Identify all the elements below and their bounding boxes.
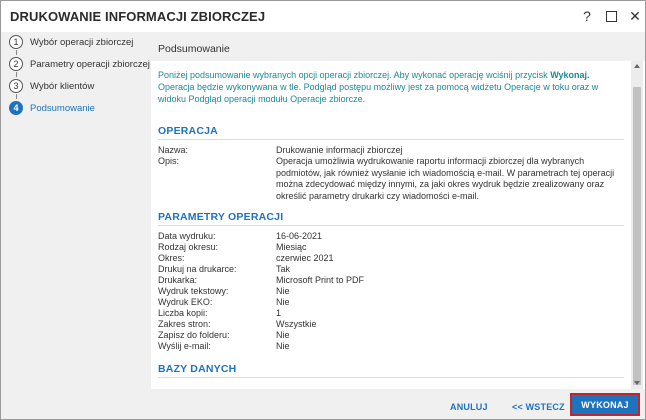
field-value: Drukowanie informacji zbiorczej bbox=[276, 145, 403, 155]
cancel-button[interactable]: ANULUJ bbox=[450, 402, 488, 412]
field-label: Drukarka: bbox=[158, 275, 198, 285]
section-title-parametry: PARAMETRY OPERACJI bbox=[158, 211, 284, 223]
vertical-scrollbar[interactable] bbox=[631, 61, 643, 389]
step-number: 4 bbox=[9, 101, 23, 115]
step-number: 2 bbox=[9, 57, 23, 71]
field-value: 16-06-2021 bbox=[276, 231, 323, 241]
section-divider bbox=[158, 225, 624, 226]
scrollbar-thumb[interactable] bbox=[633, 87, 641, 385]
execute-button[interactable]: WYKONAJ bbox=[570, 393, 640, 416]
field-value: Tak bbox=[276, 264, 291, 274]
title-bar: DRUKOWANIE INFORMACJI ZBIORCZEJ ? ✕ bbox=[1, 1, 645, 32]
field-label: Wyślij e-mail: bbox=[158, 341, 211, 351]
field-value: Operacja umożliwia wydrukowanie raportu … bbox=[276, 156, 615, 201]
field-value: Nie bbox=[276, 297, 290, 307]
window-title: DRUKOWANIE INFORMACJI ZBIORCZEJ bbox=[10, 9, 266, 24]
field-label: Liczba kopii: bbox=[158, 308, 208, 318]
help-icon: ? bbox=[583, 8, 591, 24]
section-title-bazy: BAZY DANYCH bbox=[158, 363, 237, 375]
dialog-footer: ANULUJ << WSTECZ WYKONAJ bbox=[1, 389, 645, 419]
field-label: Nazwa: bbox=[158, 145, 189, 155]
step-label: Wybór operacji zbiorczej bbox=[30, 36, 134, 48]
step-number: 1 bbox=[9, 35, 23, 49]
panel-header: Podsumowanie bbox=[151, 32, 645, 61]
field-value: Nie bbox=[276, 330, 290, 340]
field-label: Data wydruku: bbox=[158, 231, 216, 241]
field-label: Okres: bbox=[158, 253, 185, 263]
step-connector bbox=[15, 94, 17, 99]
field-value: czerwiec 2021 bbox=[276, 253, 334, 263]
back-button[interactable]: << WSTECZ bbox=[512, 402, 565, 412]
step-connector bbox=[15, 50, 17, 55]
section-title-operacja: OPERACJA bbox=[158, 125, 218, 137]
close-button[interactable]: ✕ bbox=[625, 6, 645, 26]
field-label: Opis: bbox=[158, 156, 180, 166]
step-item-wybor-klientow[interactable]: 3 Wybór klientów bbox=[9, 78, 94, 94]
scroll-up-arrow-icon[interactable] bbox=[634, 64, 640, 68]
scroll-down-arrow-icon[interactable] bbox=[634, 381, 640, 385]
field-label: Zakres stron: bbox=[158, 319, 211, 329]
panel-title: Podsumowanie bbox=[158, 43, 230, 55]
step-item-wybor-operacji[interactable]: 1 Wybór operacji zbiorczej bbox=[9, 34, 133, 50]
field-label: Drukuj na drukarce: bbox=[158, 264, 237, 274]
field-value: Nie bbox=[276, 286, 290, 296]
step-connector bbox=[15, 72, 17, 77]
intro-text: Poniżej podsumowanie wybranych opcji ope… bbox=[158, 70, 599, 104]
field-value: Nie bbox=[276, 341, 290, 351]
maximize-icon bbox=[605, 10, 617, 22]
field-value: Miesiąc bbox=[276, 242, 307, 252]
field-value: Microsoft Print to PDF bbox=[276, 275, 365, 285]
field-label: Zapisz do folderu: bbox=[158, 330, 230, 340]
wizard-steps: 1 Wybór operacji zbiorczej 2 Parametry o… bbox=[1, 32, 151, 389]
field-label: Wydruk EKO: bbox=[158, 297, 213, 307]
field-value: 1 bbox=[276, 308, 282, 318]
field-label: Rodzaj okresu: bbox=[158, 242, 219, 252]
help-button[interactable]: ? bbox=[577, 6, 597, 26]
step-label: Wybór klientów bbox=[30, 80, 95, 92]
summary-panel: Podsumowanie Poniżej podsumowanie wybran… bbox=[151, 32, 645, 389]
close-icon: ✕ bbox=[629, 7, 641, 24]
step-label: Parametry operacji zbiorczej bbox=[30, 58, 150, 70]
section-divider bbox=[158, 377, 624, 378]
maximize-button[interactable] bbox=[601, 6, 621, 26]
field-value: Wszystkie bbox=[276, 319, 317, 329]
step-item-podsumowanie[interactable]: 4 Podsumowanie bbox=[9, 100, 95, 116]
step-label: Podsumowanie bbox=[30, 102, 95, 114]
field-label: Wydruk tekstowy: bbox=[158, 286, 229, 296]
step-item-parametry[interactable]: 2 Parametry operacji zbiorczej bbox=[9, 56, 150, 72]
step-number: 3 bbox=[9, 79, 23, 93]
dialog-window: DRUKOWANIE INFORMACJI ZBIORCZEJ ? ✕ 1 Wy… bbox=[0, 0, 646, 420]
summary-scroll-area[interactable]: Poniżej podsumowanie wybranych opcji ope… bbox=[151, 61, 630, 389]
section-divider bbox=[158, 139, 624, 140]
